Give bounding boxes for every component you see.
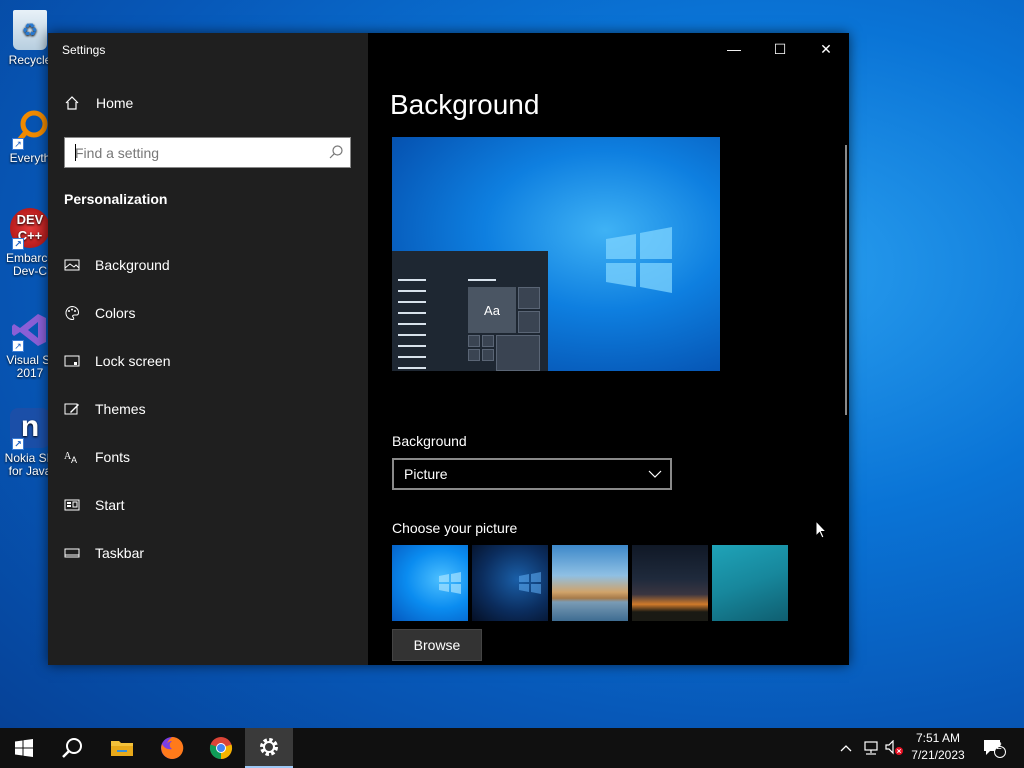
- taskbar-firefox[interactable]: [148, 728, 196, 768]
- taskbar-clock[interactable]: 7:51 AM 7/21/2023: [900, 730, 976, 764]
- clock-time: 7:51 AM: [915, 731, 961, 745]
- sidebar-item-start[interactable]: Start: [48, 481, 368, 529]
- palette-icon: [64, 305, 80, 321]
- background-type-dropdown[interactable]: Picture: [392, 458, 672, 490]
- picture-thumbnail[interactable]: [552, 545, 628, 621]
- lock-screen-icon: [64, 353, 80, 369]
- svg-text:A: A: [71, 455, 77, 465]
- sidebar-item-lock-screen[interactable]: Lock screen: [48, 337, 368, 385]
- search-box[interactable]: [64, 137, 351, 168]
- picture-thumbnails: [392, 545, 792, 621]
- windows-logo-icon: [439, 572, 461, 594]
- section-title: Personalization: [64, 191, 168, 207]
- sidebar-item-label: Background: [95, 257, 170, 273]
- sidebar-item-colors[interactable]: Colors: [48, 289, 368, 337]
- home-label: Home: [96, 95, 134, 111]
- text-caret: [75, 144, 76, 161]
- picture-thumbnail[interactable]: [712, 545, 788, 621]
- themes-icon: [64, 401, 80, 417]
- start-icon: [64, 497, 80, 513]
- home-nav-item[interactable]: Home: [64, 95, 133, 111]
- sidebar-item-taskbar[interactable]: Taskbar: [48, 529, 368, 577]
- picture-thumbnail[interactable]: [632, 545, 708, 621]
- shortcut-arrow-icon: ↗: [12, 138, 24, 150]
- fonts-icon: AA: [64, 449, 80, 465]
- taskbar-chrome[interactable]: [197, 728, 245, 768]
- browse-button[interactable]: Browse: [392, 629, 482, 661]
- chevron-up-icon: [840, 745, 852, 752]
- taskbar: 7:51 AM 7/21/2023 2: [0, 728, 1024, 768]
- content-scrollbar[interactable]: [845, 145, 847, 415]
- start-menu-mock: Aa: [392, 251, 548, 371]
- window-title: Settings: [62, 43, 106, 57]
- clock-date: 7/21/2023: [911, 748, 965, 762]
- picture-thumbnail[interactable]: [392, 545, 468, 621]
- network-icon: [864, 741, 878, 755]
- picture-icon: [64, 257, 80, 273]
- choose-picture-label: Choose your picture: [392, 520, 518, 536]
- preview-tile: Aa: [468, 287, 516, 333]
- close-button[interactable]: ✕: [803, 33, 849, 65]
- sidebar-item-label: Taskbar: [95, 545, 145, 561]
- search-icon[interactable]: [328, 144, 344, 160]
- chevron-down-icon: [648, 470, 662, 478]
- background-field-label: Background: [392, 433, 467, 449]
- network-tray-button[interactable]: [860, 728, 882, 768]
- visual-studio-icon: ↗: [10, 310, 50, 352]
- mouse-cursor-icon: [815, 520, 827, 539]
- taskbar-file-explorer[interactable]: [98, 728, 146, 768]
- svg-text:♻: ♻: [22, 20, 38, 40]
- action-center-button[interactable]: 2: [980, 728, 1008, 768]
- page-title: Background: [390, 89, 540, 120]
- taskbar-icon: [64, 545, 80, 561]
- sidebar-item-label: Colors: [95, 305, 136, 321]
- windows-logo-icon: [606, 227, 672, 293]
- shortcut-arrow-icon: ↗: [12, 238, 24, 250]
- content-pane: — ☐ ✕ Background Aa Background Picture C…: [368, 33, 849, 665]
- everything-search-icon: ↗: [10, 108, 50, 150]
- sidebar-item-label: Themes: [95, 401, 146, 417]
- recycle-bin-icon: ♻: [13, 10, 47, 50]
- sidebar-item-background[interactable]: Background: [48, 241, 368, 289]
- nokia-sdk-icon: n ↗: [10, 408, 50, 450]
- sidebar: Settings Home Personalization Background…: [48, 33, 368, 665]
- windows-logo-icon: [519, 572, 541, 594]
- personalization-nav: Background Colors Lock screen Themes AA …: [48, 241, 368, 577]
- minimize-button[interactable]: —: [711, 33, 757, 65]
- search-input[interactable]: [65, 138, 315, 167]
- sidebar-item-themes[interactable]: Themes: [48, 385, 368, 433]
- shortcut-arrow-icon: ↗: [12, 438, 24, 450]
- shortcut-arrow-icon: ↗: [12, 340, 24, 352]
- dropdown-value: Picture: [404, 466, 448, 482]
- sidebar-item-fonts[interactable]: AA Fonts: [48, 433, 368, 481]
- sidebar-item-label: Lock screen: [95, 353, 171, 369]
- tray-overflow-button[interactable]: [836, 728, 856, 768]
- taskbar-search-button[interactable]: [48, 728, 96, 768]
- notification-badge: 2: [996, 741, 1002, 752]
- sidebar-item-label: Fonts: [95, 449, 131, 465]
- settings-window: Settings Home Personalization Background…: [48, 33, 849, 665]
- window-controls: — ☐ ✕: [711, 33, 849, 65]
- folder-icon: [111, 741, 133, 756]
- start-button[interactable]: [0, 728, 48, 768]
- gear-icon: [260, 738, 278, 756]
- search-icon: [62, 738, 82, 758]
- home-icon: [65, 96, 79, 110]
- sidebar-item-label: Start: [95, 497, 125, 513]
- firefox-icon: [161, 736, 184, 759]
- chrome-icon: [209, 737, 233, 760]
- dev-cpp-icon: DEV C++ ↗: [10, 208, 50, 250]
- windows-start-icon: [15, 739, 33, 757]
- maximize-button[interactable]: ☐: [757, 33, 803, 65]
- background-preview: Aa: [392, 137, 720, 371]
- picture-thumbnail[interactable]: [472, 545, 548, 621]
- taskbar-settings[interactable]: [245, 728, 293, 768]
